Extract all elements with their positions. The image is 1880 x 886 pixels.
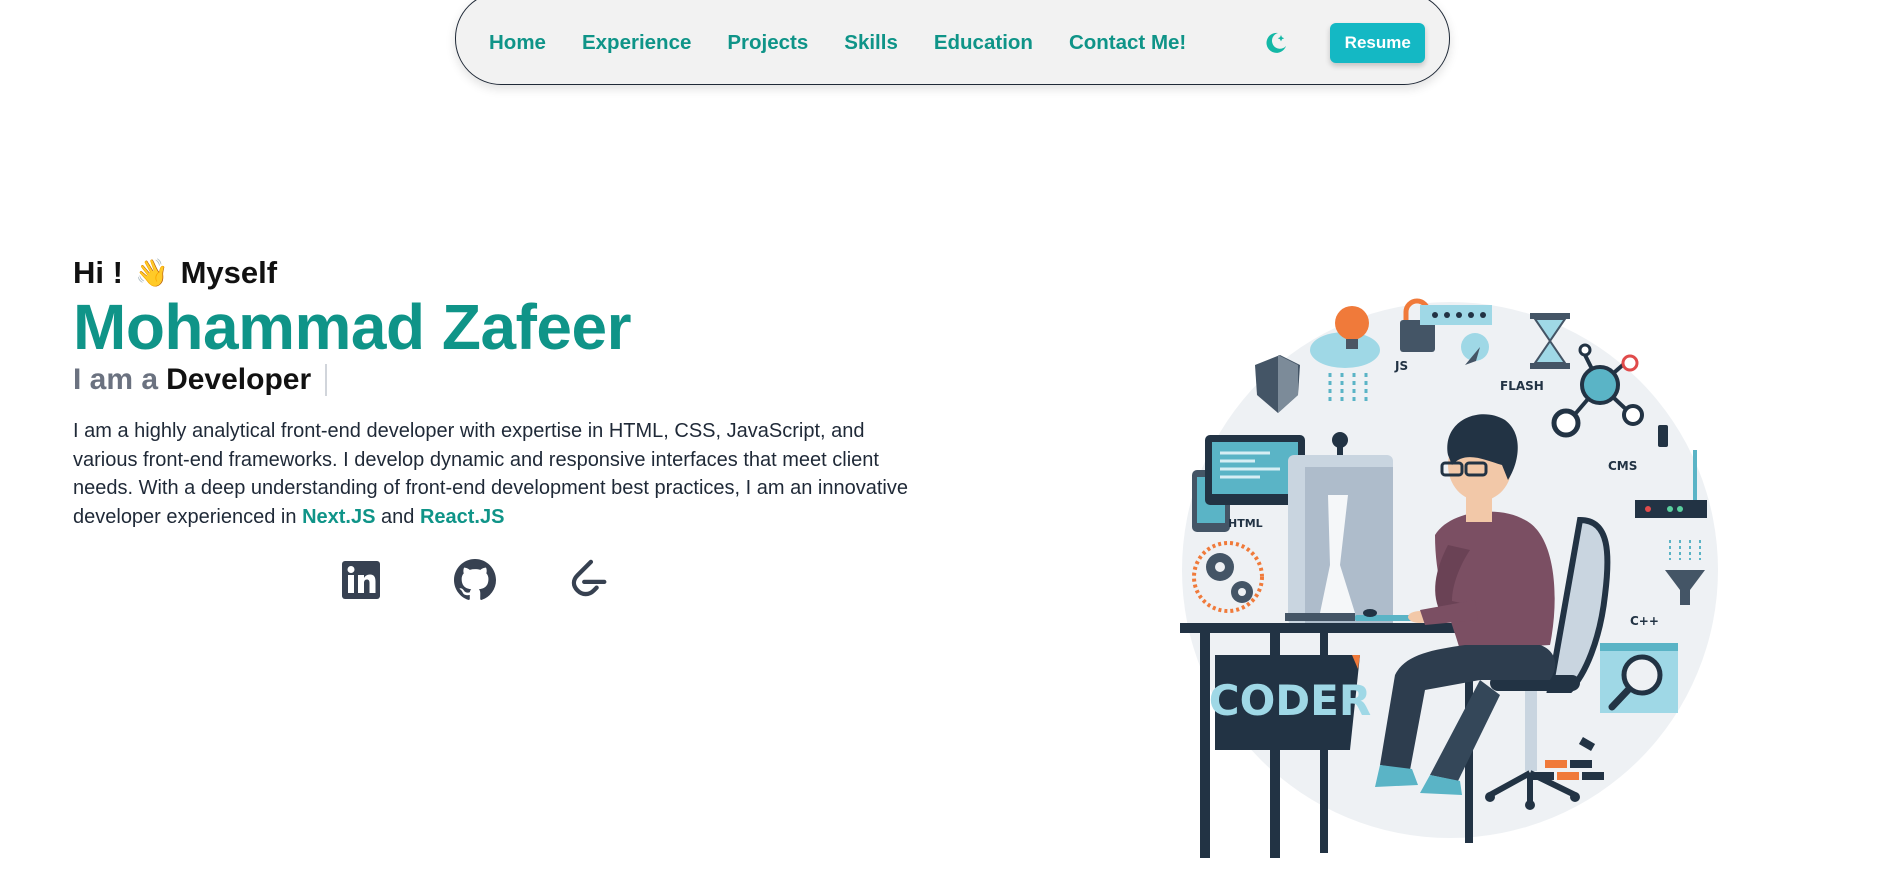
- nav-education[interactable]: Education: [934, 31, 1033, 55]
- github-icon[interactable]: [454, 558, 496, 602]
- illustration-tag-cpp: C++: [1630, 614, 1659, 628]
- magnifier-icon: [1600, 643, 1678, 713]
- typing-caret: [325, 364, 328, 397]
- hero-name: Mohammad Zafeer: [73, 291, 631, 363]
- role-line: I am a Developer: [73, 363, 913, 397]
- coder-desk-label: CODER: [1209, 676, 1371, 725]
- resume-button[interactable]: Resume: [1330, 22, 1426, 63]
- leetcode-icon[interactable]: [568, 558, 610, 602]
- hero-section: Hi ! 👋 Myself Mohammad Zafeer I am a Dev…: [73, 252, 913, 531]
- nav-skills[interactable]: Skills: [844, 31, 898, 55]
- nav-home[interactable]: Home: [489, 31, 546, 55]
- moon-icon[interactable]: [1260, 28, 1290, 58]
- social-links: [340, 558, 610, 602]
- role-word: Developer: [166, 363, 312, 397]
- illustration-tag-js: JS: [1394, 359, 1408, 373]
- bio-and: and: [381, 505, 415, 528]
- nav-experience[interactable]: Experience: [582, 31, 691, 55]
- illustration-tag-html: HTML: [1228, 517, 1263, 530]
- bio-highlight-nextjs: Next.JS: [302, 505, 376, 528]
- bio-highlight-reactjs: React.JS: [419, 505, 505, 528]
- bio-paragraph: I am a highly analytical front-end devel…: [73, 417, 913, 531]
- role-prefix: I am a: [73, 363, 159, 397]
- illustration-tag-cms: CMS: [1608, 459, 1637, 473]
- coder-illustration: JS FLASH CMS C++ HTML CODER: [1180, 295, 1720, 865]
- greeting-suffix: Myself: [180, 255, 278, 290]
- greeting: Hi ! 👋 Myself: [73, 252, 913, 294]
- linkedin-icon[interactable]: [340, 558, 382, 602]
- navbar: Home Experience Projects Skills Educatio…: [455, 0, 1450, 85]
- nav-links: Home Experience Projects Skills Educatio…: [489, 31, 1186, 55]
- greeting-prefix: Hi !: [73, 255, 123, 290]
- illustration-tag-flash: FLASH: [1500, 379, 1544, 393]
- nav-projects[interactable]: Projects: [727, 31, 808, 55]
- wave-emoji-icon: 👋: [134, 258, 169, 288]
- nav-contact[interactable]: Contact Me!: [1069, 31, 1186, 55]
